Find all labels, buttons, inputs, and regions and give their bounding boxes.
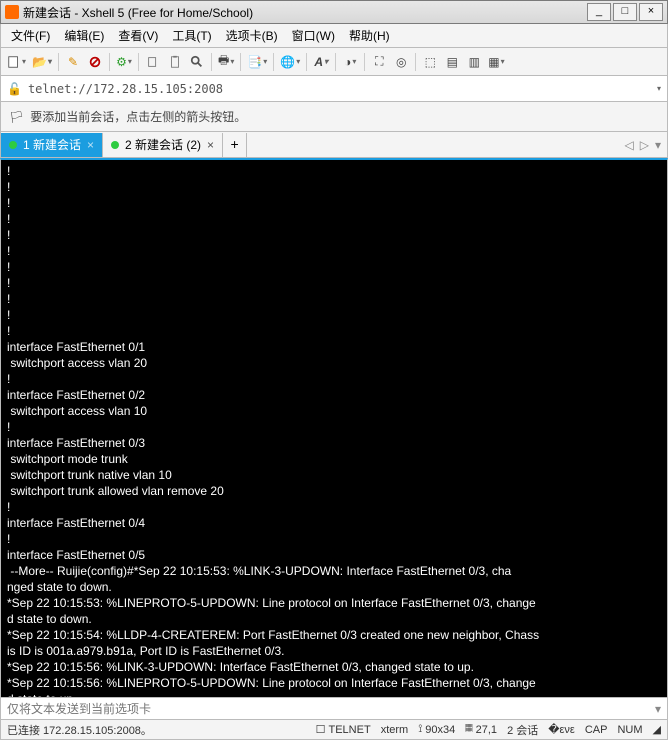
transparency-button[interactable]: ◎ (391, 52, 411, 72)
menu-window[interactable]: 窗口(W) (286, 25, 341, 46)
menu-file[interactable]: 文件(F) (5, 25, 56, 46)
lock-icon: 🔓 (7, 82, 22, 96)
reconnect-button[interactable]: ✎ (63, 52, 83, 72)
tab-label: 2 新建会话 (2) (125, 136, 201, 153)
tab-session-1[interactable]: 1 新建会话 × (1, 133, 103, 157)
separator (415, 53, 416, 71)
close-icon[interactable]: × (87, 138, 94, 152)
menu-edit[interactable]: 编辑(E) (58, 25, 110, 46)
minimize-button[interactable]: _ (587, 3, 611, 21)
layout-h-button[interactable]: ▤ (442, 52, 462, 72)
tab-list-button[interactable]: ▾ (655, 138, 661, 152)
status-term: xterm (381, 724, 409, 736)
find-button[interactable] (187, 52, 207, 72)
add-session-icon[interactable]: 🏳 (9, 110, 24, 124)
properties-button[interactable]: ⚙▾ (114, 52, 134, 72)
menu-tabs[interactable]: 选项卡(B) (220, 25, 284, 46)
xftp-button[interactable]: 📑▾ (245, 52, 269, 72)
status-protocol: ☐ TELNET (316, 723, 371, 736)
hint-bar: 🏳 要添加当前会话，点击左侧的箭头按钮。 (0, 102, 668, 132)
separator (109, 53, 110, 71)
terminal-content: ! ! ! ! ! ! ! ! ! ! ! interface FastEthe… (7, 164, 539, 698)
print-button[interactable]: 🖶▾ (216, 52, 236, 72)
layout-grid-button[interactable]: ▦▾ (486, 52, 506, 72)
copy-button[interactable] (143, 52, 163, 72)
menu-help[interactable]: 帮助(H) (343, 25, 396, 46)
status-connection: 已连接 172.28.15.105:2008。 (7, 722, 152, 738)
status-dot-icon (9, 141, 17, 149)
status-sessions: 2 会话 (507, 722, 538, 738)
separator (364, 53, 365, 71)
menubar: 文件(F) 编辑(E) 查看(V) 工具(T) 选项卡(B) 窗口(W) 帮助(… (0, 24, 668, 48)
status-resize-grip[interactable]: ◢ (653, 723, 661, 736)
font-button[interactable]: A▾ (311, 52, 331, 72)
separator (58, 53, 59, 71)
send-dropdown[interactable]: ▾ (649, 702, 667, 716)
address-dropdown[interactable]: ▾ (657, 84, 661, 93)
status-bar: 已连接 172.28.15.105:2008。 ☐ TELNET xterm ⟟… (0, 720, 668, 740)
color-scheme-button[interactable]: ◑▾ (340, 52, 360, 72)
toolbar: ▾ 📂▾ ✎ ⚙▾ 🖶▾ 📑▾ 🌐▾ A▾ ◑▾ ⛶ ◎ ⬚ ▤ ▥ ▦▾ (0, 48, 668, 76)
tab-session-2[interactable]: 2 新建会话 (2) × (103, 133, 223, 157)
maximize-button[interactable]: □ (613, 3, 637, 21)
web-button[interactable]: 🌐▾ (278, 52, 302, 72)
window-titlebar: 新建会话 - Xshell 5 (Free for Home/School) _… (0, 0, 668, 24)
close-icon[interactable]: × (207, 138, 214, 152)
close-button[interactable]: × (639, 3, 663, 21)
status-dot-icon (111, 141, 119, 149)
tab-label: 1 新建会话 (23, 136, 81, 153)
send-input[interactable] (1, 702, 649, 716)
separator (273, 53, 274, 71)
menu-tools[interactable]: 工具(T) (166, 25, 217, 46)
status-pos: 𝄜 27,1 (465, 723, 497, 736)
separator (335, 53, 336, 71)
tab-scroll-left[interactable]: ◁ (625, 138, 634, 152)
lock-button[interactable]: ⬚ (420, 52, 440, 72)
app-icon (5, 5, 19, 19)
send-bar: ▾ (0, 698, 668, 720)
hint-text: 要添加当前会话，点击左侧的箭头按钮。 (30, 108, 246, 125)
status-rec: �ενε (548, 723, 575, 736)
new-tab-button[interactable]: + (223, 133, 247, 157)
disconnect-button[interactable] (85, 52, 105, 72)
address-input[interactable] (28, 82, 650, 96)
session-tabs: 1 新建会话 × 2 新建会话 (2) × + ◁ ▷ ▾ (0, 132, 668, 158)
separator (138, 53, 139, 71)
fullscreen-button[interactable]: ⛶ (369, 52, 389, 72)
status-cap: CAP (585, 724, 608, 736)
address-bar: 🔓 ▾ (0, 76, 668, 102)
status-size: ⟟ 90x34 (418, 723, 455, 736)
open-button[interactable]: 📂▾ (30, 52, 54, 72)
status-num: NUM (617, 724, 642, 736)
tab-scroll-right[interactable]: ▷ (640, 138, 649, 152)
new-session-button[interactable]: ▾ (5, 52, 28, 72)
separator (211, 53, 212, 71)
terminal-area[interactable]: ! ! ! ! ! ! ! ! ! ! ! interface FastEthe… (0, 158, 668, 698)
separator (306, 53, 307, 71)
menu-view[interactable]: 查看(V) (112, 25, 164, 46)
window-title: 新建会话 - Xshell 5 (Free for Home/School) (23, 4, 253, 21)
layout-v-button[interactable]: ▥ (464, 52, 484, 72)
separator (240, 53, 241, 71)
paste-button[interactable] (165, 52, 185, 72)
